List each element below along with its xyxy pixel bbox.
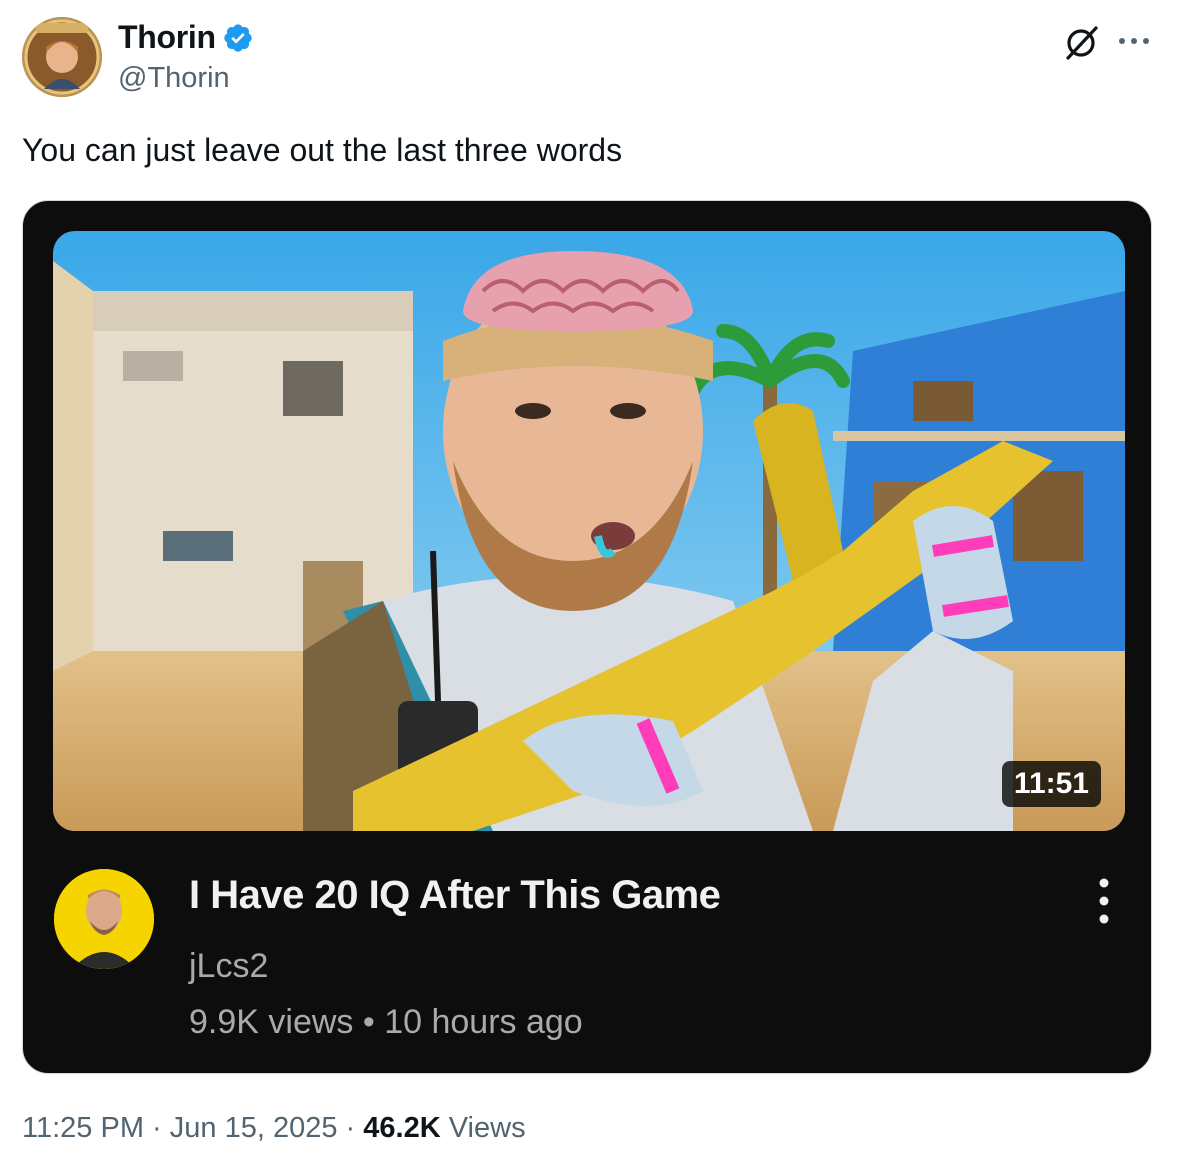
video-channel-name[interactable]: jLcs2 [189, 947, 268, 986]
video-thumbnail[interactable]: 11:51 [53, 231, 1125, 831]
embedded-video-card[interactable]: 11:51 I Have 20 IQ After This Game jLcs2… [22, 200, 1152, 1074]
more-vertical-icon[interactable] [1089, 873, 1119, 933]
tweet-view-count: 46.2K [363, 1112, 441, 1144]
grok-icon[interactable] [1062, 22, 1102, 62]
tweet-text: You can just leave out the last three wo… [22, 132, 623, 168]
author-avatar[interactable] [22, 17, 102, 97]
channel-avatar[interactable] [54, 869, 154, 969]
tweet-views-label: Views [448, 1112, 526, 1144]
footer-dot: · [152, 1112, 162, 1144]
video-title[interactable]: I Have 20 IQ After This Game [189, 873, 721, 918]
tweet-footer: 11:25 PM · Jun 15, 2025 · 46.2K Views [22, 1112, 526, 1145]
video-age: 10 hours ago [384, 1003, 583, 1041]
author-handle[interactable]: @Thorin [118, 62, 230, 95]
author-name-row: Thorin [118, 19, 254, 56]
video-views: 9.9K views [189, 1003, 354, 1041]
author-display-name[interactable]: Thorin [118, 19, 216, 56]
verified-badge-icon [222, 22, 254, 54]
meta-separator: • [362, 1003, 375, 1041]
video-duration-badge: 11:51 [1001, 761, 1101, 807]
tweet-date[interactable]: Jun 15, 2025 [170, 1112, 338, 1144]
footer-dot: · [345, 1112, 356, 1144]
video-meta: 9.9K views • 10 hours ago [189, 1003, 583, 1042]
thumbnail-image [53, 231, 1125, 831]
more-horizontal-icon[interactable] [1114, 26, 1154, 56]
tweet-time[interactable]: 11:25 PM [22, 1112, 144, 1144]
